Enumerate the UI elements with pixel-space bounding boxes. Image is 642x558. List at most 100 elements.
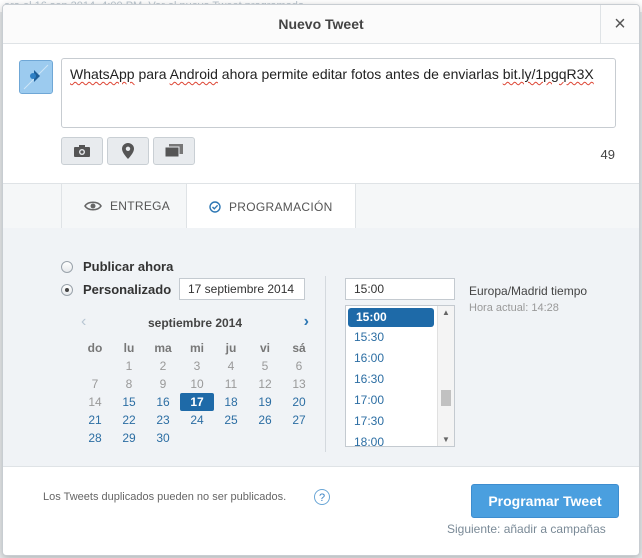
calendar-grid: do lu ma mi ju vi sá 1 2 3 4 5 6 7 8 9 10 11 12 13 14 15 16 17 1… <box>78 339 316 447</box>
media-gallery-icon <box>164 144 183 158</box>
calendar-weekday: mi <box>189 341 204 355</box>
calendar-day[interactable]: 26 <box>248 411 282 429</box>
calendar-day: 8 <box>125 377 133 391</box>
calendar-day[interactable]: 15 <box>112 393 146 411</box>
time-option[interactable]: 15:30 <box>346 327 434 348</box>
calendar-day: 10 <box>190 377 204 391</box>
calendar-day[interactable]: 16 <box>146 393 180 411</box>
publish-now-label: Publicar ahora <box>83 259 174 274</box>
character-counter: 49 <box>600 147 615 162</box>
time-option[interactable]: 18:00 <box>346 432 434 446</box>
calendar-empty-cell <box>214 429 248 447</box>
calendar-weekday: ju <box>225 341 237 355</box>
date-input[interactable]: 17 septiembre 2014 <box>179 278 305 300</box>
calendar-weekday-row: do lu ma mi ju vi sá <box>78 339 316 357</box>
tab-scheduling[interactable]: PROGRAMACIÓN <box>186 184 356 229</box>
schedule-tweet-button[interactable]: Programar Tweet <box>471 484 619 518</box>
panel-divider <box>325 276 326 452</box>
calendar-weekday: vi <box>259 341 270 355</box>
calendar-day: 2 <box>159 359 167 373</box>
calendar-empty-cell <box>282 429 316 447</box>
eye-icon <box>84 201 102 211</box>
calendar-week-row: 28 29 30 <box>78 429 316 447</box>
tab-delivery[interactable]: ENTREGA <box>61 184 192 228</box>
tab-label: ENTREGA <box>110 199 171 213</box>
calendar-empty-cell <box>78 357 112 375</box>
add-to-campaigns-link[interactable]: Siguiente: añadir a campañas <box>447 522 606 536</box>
calendar-day[interactable]: 23 <box>146 411 180 429</box>
calendar-month-label: septiembre 2014 <box>147 316 243 330</box>
duplicate-warning-text: Los Tweets duplicados pueden no ser publ… <box>43 491 287 503</box>
calendar-day[interactable]: 29 <box>112 429 146 447</box>
close-icon: × <box>614 13 626 35</box>
camera-icon <box>74 145 90 157</box>
calendar-day: 3 <box>193 359 201 373</box>
scroll-down-icon[interactable]: ▼ <box>442 435 450 444</box>
calendar-week-row: 21 22 23 24 25 26 27 <box>78 411 316 429</box>
time-input[interactable]: 15:00 <box>345 278 455 300</box>
calendar-header: ‹ septiembre 2014 › <box>81 314 309 332</box>
tweet-text-segment: Android <box>169 66 218 82</box>
calendar-day[interactable]: 25 <box>214 411 248 429</box>
calendar-weekday: do <box>87 341 103 355</box>
time-option[interactable]: 17:30 <box>346 411 434 432</box>
calendar-day[interactable]: 18 <box>214 393 248 411</box>
tab-label: PROGRAMACIÓN <box>229 199 333 214</box>
modal-title: Nuevo Tweet <box>278 16 364 32</box>
calendar-day: 6 <box>295 359 303 373</box>
time-option[interactable]: 17:00 <box>346 390 434 411</box>
calendar-day[interactable]: 30 <box>146 429 180 447</box>
calendar-day: 14 <box>88 395 102 409</box>
clock-check-icon <box>209 200 221 213</box>
calendar-day: 7 <box>91 377 99 391</box>
calendar-day[interactable]: 17 <box>180 393 214 411</box>
tweet-text-segment: para <box>134 66 170 82</box>
custom-schedule-radio[interactable] <box>61 284 73 296</box>
scheduling-panel: Publicar ahora Personalizado 17 septiemb… <box>3 228 639 467</box>
calendar-next-icon[interactable]: › <box>304 314 309 330</box>
calendar-day[interactable]: 21 <box>78 411 112 429</box>
add-photo-button[interactable] <box>61 137 103 165</box>
calendar-day: 1 <box>125 359 133 373</box>
custom-schedule-label: Personalizado <box>83 282 172 297</box>
calendar-weekday: lu <box>123 341 135 355</box>
time-option[interactable]: 16:30 <box>346 369 434 390</box>
calendar-day: 9 <box>159 377 167 391</box>
location-pin-icon <box>122 143 134 159</box>
calendar-day: 11 <box>224 377 238 391</box>
time-option[interactable]: 15:00 <box>348 308 434 327</box>
new-tweet-modal: Nuevo Tweet × WhatsApp para Android ahor… <box>2 4 640 556</box>
tweet-textarea[interactable]: WhatsApp para Android ahora permite edit… <box>61 58 616 128</box>
calendar-week-row: 1 2 3 4 5 6 <box>78 357 316 375</box>
avatar <box>19 60 53 94</box>
time-dropdown-list[interactable]: 15:00 15:30 16:00 16:30 17:00 17:30 18:00 ▲ ▼ <box>345 305 455 447</box>
calendar-empty-cell <box>248 429 282 447</box>
scroll-up-icon[interactable]: ▲ <box>442 308 450 317</box>
help-icon[interactable]: ? <box>314 489 330 505</box>
calendar-weekday: sá <box>292 341 306 355</box>
calendar-day: 5 <box>261 359 269 373</box>
publish-now-radio[interactable] <box>61 261 73 273</box>
calendar-day[interactable]: 24 <box>180 411 214 429</box>
add-location-button[interactable] <box>107 137 149 165</box>
calendar-day[interactable]: 20 <box>282 393 316 411</box>
calendar-day: 13 <box>292 377 306 391</box>
tweet-link: bit.ly/1pgqR3X <box>502 66 594 82</box>
calendar-day: 4 <box>227 359 235 373</box>
time-option[interactable]: 16:00 <box>346 348 434 369</box>
calendar-week-row: 14 15 16 17 18 19 20 <box>78 393 316 411</box>
close-button[interactable]: × <box>600 5 639 43</box>
modal-header: Nuevo Tweet × <box>3 5 639 44</box>
calendar-day: 12 <box>258 377 272 391</box>
time-list-scrollbar[interactable]: ▲ ▼ <box>437 306 454 446</box>
calendar-weekday: ma <box>154 341 172 355</box>
timezone-label: Europa/Madrid tiempo <box>469 284 588 298</box>
add-media-button[interactable] <box>153 137 195 165</box>
calendar-day[interactable]: 19 <box>248 393 282 411</box>
scroll-thumb[interactable] <box>441 390 451 406</box>
calendar-day[interactable]: 28 <box>78 429 112 447</box>
calendar-week-row: 7 8 9 10 11 12 13 <box>78 375 316 393</box>
calendar-day[interactable]: 27 <box>282 411 316 429</box>
tweet-text-segment: WhatsApp <box>70 66 135 82</box>
calendar-day[interactable]: 22 <box>112 411 146 429</box>
